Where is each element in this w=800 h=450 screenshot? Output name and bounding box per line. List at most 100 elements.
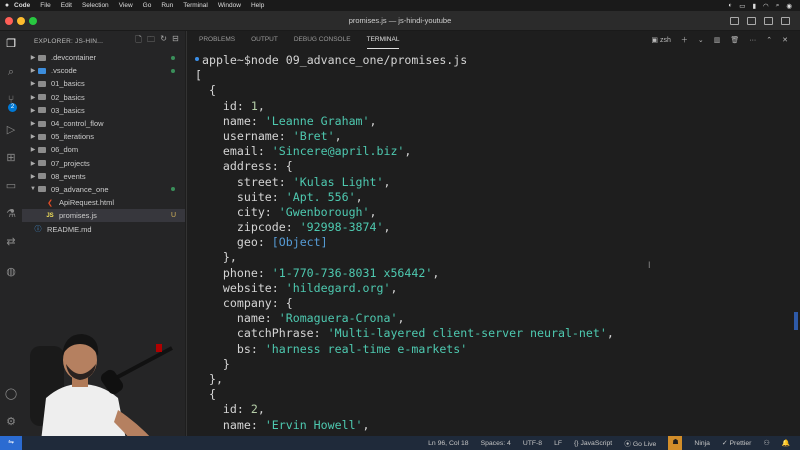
folder-icon <box>38 54 46 61</box>
accounts-icon[interactable]: ⚇ <box>763 439 769 447</box>
chevron-right-icon: ▶ <box>30 55 36 62</box>
menu-help[interactable]: Help <box>251 2 264 9</box>
chevron-right-icon: ▶ <box>30 147 36 154</box>
close-panel-icon[interactable]: ✕ <box>782 36 788 44</box>
remote-indicator-icon[interactable]: ⇋ <box>0 436 22 450</box>
new-terminal-icon[interactable]: ＋ <box>681 35 688 45</box>
output-line: catchPhrase: 'Multi-layered client-serve… <box>195 326 785 341</box>
tree-item-promises-js[interactable]: JS promises.js U <box>22 209 185 223</box>
output-line: name: 'Ervin Howell', <box>195 418 785 433</box>
battery-icon[interactable]: ▮ <box>752 2 756 10</box>
run-debug-icon[interactable]: ▷ <box>4 123 18 137</box>
output-punct: , <box>432 265 440 280</box>
github-icon[interactable]: ◍ <box>4 265 18 279</box>
encoding[interactable]: UTF-8 <box>523 440 542 447</box>
folder-icon <box>38 173 46 180</box>
git-status-dot <box>171 187 175 192</box>
refresh-icon[interactable]: ↻ <box>160 34 167 48</box>
chevron-right-icon: ▶ <box>30 173 36 180</box>
menu-app-name[interactable]: Code <box>14 2 30 9</box>
indentation[interactable]: Spaces: 4 <box>481 440 511 447</box>
manage-gear-icon[interactable]: ⚙ <box>4 415 18 429</box>
output-text: } <box>195 356 230 371</box>
extensions-icon[interactable]: ⊞ <box>4 151 18 165</box>
tree-item-03-basics[interactable]: ▶ 03_basics <box>22 104 185 117</box>
end-of-line[interactable]: LF <box>554 440 562 447</box>
tree-item-02-basics[interactable]: ▶ 02_basics <box>22 91 185 104</box>
cursor-position[interactable]: Ln 96, Col 18 <box>428 440 468 447</box>
search-icon[interactable]: ⌕ <box>776 2 780 10</box>
menu-view[interactable]: View <box>119 2 133 9</box>
text-cursor-icon: I <box>648 260 651 270</box>
broadcast-icon: ⦿ <box>624 441 633 448</box>
display-icon[interactable]: ▭ <box>739 2 745 10</box>
folder-icon <box>38 107 46 114</box>
collapse-all-icon[interactable]: ⊟ <box>172 34 179 48</box>
output-line: company: { <box>195 296 785 311</box>
activity-bar: ❐ ⌕ ⑂ 2 ▷ ⊞ ▭ ⚗ ⇄ ◍ ◯ ⚙ <box>0 31 22 436</box>
tree-item-readme-md[interactable]: ⓘ README.md <box>22 222 185 235</box>
tree-item-01-basics[interactable]: ▶ 01_basics <box>22 77 185 90</box>
terminal-output[interactable]: apple~$node 09_advance_one/promises.js [… <box>195 53 785 436</box>
tab-terminal[interactable]: TERMINAL <box>366 31 400 49</box>
output-number: 1 <box>250 98 258 113</box>
siri-icon[interactable]: ◉ <box>786 2 792 10</box>
tree-item-apirequest-html[interactable]: ❮ ApiRequest.html <box>22 196 185 209</box>
tree-item-08-events[interactable]: ▶ 08_events <box>22 170 185 183</box>
ninja-label[interactable]: Ninja <box>694 440 710 447</box>
explorer-actions: 🗋 🗀 ↻ ⊟ <box>135 34 185 48</box>
split-terminal-icon[interactable]: ▥ <box>714 36 721 44</box>
output-number: 2 <box>250 402 258 417</box>
tree-item-label: .devcontainer <box>51 53 97 63</box>
terminal-scrollbar-thumb[interactable] <box>794 312 798 330</box>
maximize-panel-chevron-icon[interactable]: ⌃ <box>766 36 772 44</box>
control-center-icon[interactable]: ◐ <box>728 2 732 9</box>
menu-selection[interactable]: Selection <box>82 2 109 9</box>
notifications-bell-icon[interactable]: 🔔 <box>782 439 790 447</box>
output-line: }, <box>195 250 785 265</box>
tree-item-vscode[interactable]: ▶ .vscode <box>22 64 185 77</box>
kill-terminal-trash-icon[interactable]: 🗑 <box>730 36 739 44</box>
menu-terminal[interactable]: Terminal <box>183 2 208 9</box>
menu-edit[interactable]: Edit <box>61 2 72 9</box>
ninja-extension-icon[interactable]: ☗ <box>668 436 683 450</box>
new-file-icon[interactable]: 🗋 <box>135 34 142 48</box>
explorer-icon[interactable]: ❐ <box>4 37 18 51</box>
new-folder-icon[interactable]: 🗀 <box>147 34 155 48</box>
chevron-right-icon: ▶ <box>30 68 36 75</box>
go-live-button[interactable]: ⦿ Go Live <box>624 438 656 448</box>
tree-item-label: 08_events <box>51 171 86 181</box>
live-share-icon[interactable]: ⇄ <box>4 235 18 249</box>
tree-item-07-projects[interactable]: ▶ 07_projects <box>22 157 185 170</box>
chevron-down-icon[interactable]: ⌄ <box>698 36 704 44</box>
output-key: catchPhrase: <box>195 326 328 341</box>
prettier-status[interactable]: ✓ Prettier <box>722 439 752 447</box>
account-icon[interactable]: ◯ <box>4 387 18 401</box>
output-text: company: { <box>195 296 293 310</box>
menu-go[interactable]: Go <box>143 2 152 9</box>
more-actions-icon[interactable]: ··· <box>749 37 756 44</box>
tab-problems[interactable]: PROBLEMS <box>199 31 235 49</box>
tree-item-devcontainer[interactable]: ▶ .devcontainer <box>22 51 185 64</box>
tree-item-05-iterations[interactable]: ▶ 05_iterations <box>22 130 185 143</box>
output-key: geo: <box>195 235 272 250</box>
search-icon[interactable]: ⌕ <box>4 65 18 79</box>
menu-window[interactable]: Window <box>218 2 241 9</box>
output-text: address: { <box>195 159 293 174</box>
wifi-icon[interactable]: ◠ <box>763 2 769 10</box>
terminal-shell-selector[interactable]: ▣ zsh <box>651 36 670 44</box>
apple-icon[interactable]: ● <box>0 2 14 9</box>
tree-item-06-dom[interactable]: ▶ 06_dom <box>22 143 185 156</box>
tree-item-04-control-flow[interactable]: ▶ 04_control_flow <box>22 117 185 130</box>
menu-file[interactable]: File <box>40 2 50 9</box>
menu-run[interactable]: Run <box>161 2 173 9</box>
output-line: [ <box>195 68 785 83</box>
tab-debug-console[interactable]: DEBUG CONSOLE <box>294 31 351 49</box>
testing-icon[interactable]: ⚗ <box>4 207 18 221</box>
tab-output[interactable]: OUTPUT <box>251 31 278 49</box>
output-punct: , <box>355 189 363 204</box>
tree-item-09-advance-one[interactable]: ▼ 09_advance_one <box>22 183 185 196</box>
language-mode[interactable]: {} JavaScript <box>574 440 612 447</box>
remote-explorer-icon[interactable]: ▭ <box>4 179 18 193</box>
output-punct: , <box>257 402 265 417</box>
